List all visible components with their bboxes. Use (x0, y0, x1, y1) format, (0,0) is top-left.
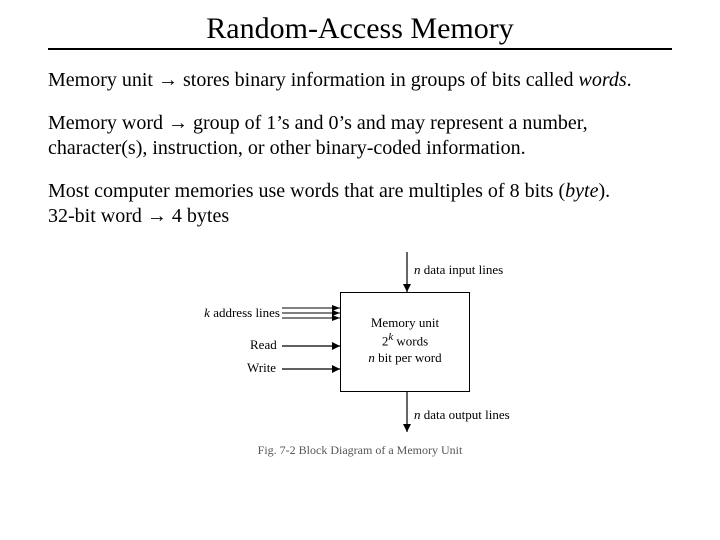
text: words (393, 334, 428, 349)
label-data-input: n data input lines (414, 262, 503, 278)
slide-title: Random-Access Memory (48, 12, 672, 50)
emphasis-words: words (578, 69, 626, 91)
arrow-icon (282, 342, 340, 350)
text: data output lines (421, 407, 510, 422)
box-wordsize: n bit per word (341, 350, 469, 366)
label-address-lines: k address lines (195, 305, 280, 321)
box-title: Memory unit (341, 315, 469, 331)
label-write: Write (247, 360, 276, 376)
box-capacity: 2k words (341, 331, 469, 350)
text: Memory unit (48, 69, 158, 91)
label-read: Read (250, 337, 277, 353)
text: address lines (210, 305, 280, 320)
memory-unit-figure: n data input lines Memory unit 2k words … (150, 247, 570, 457)
arrow-icon (282, 365, 340, 373)
arrow-icon (402, 252, 412, 292)
text: . (627, 69, 632, 91)
slide: Random-Access Memory Memory unit → store… (0, 0, 720, 540)
emphasis-byte: byte (565, 180, 598, 202)
figure-caption: Fig. 7-2 Block Diagram of a Memory Unit (150, 443, 570, 458)
text: stores binary information in groups of b… (178, 69, 578, 91)
slide-body: Memory unit → stores binary information … (48, 68, 672, 229)
text: data input lines (421, 262, 504, 277)
label-data-output: n data output lines (414, 407, 510, 423)
arrow-icon (282, 303, 340, 323)
arrow-icon (402, 392, 412, 432)
text: 4 bytes (167, 205, 229, 227)
arrow-icon: → (158, 69, 178, 91)
text: ). (598, 180, 610, 202)
paragraph-memory-unit: Memory unit → stores binary information … (48, 68, 672, 93)
arrow-icon: → (147, 205, 167, 227)
paragraph-memory-word: Memory word → group of 1’s and 0’s and m… (48, 111, 672, 161)
memory-unit-box: Memory unit 2k words n bit per word (340, 292, 470, 392)
arrow-icon: → (168, 112, 188, 134)
text: Memory word (48, 112, 168, 134)
text: Most computer memories use words that ar… (48, 180, 565, 202)
paragraph-byte: Most computer memories use words that ar… (48, 179, 672, 229)
text: 32-bit word (48, 205, 147, 227)
text: bit per word (375, 350, 442, 365)
